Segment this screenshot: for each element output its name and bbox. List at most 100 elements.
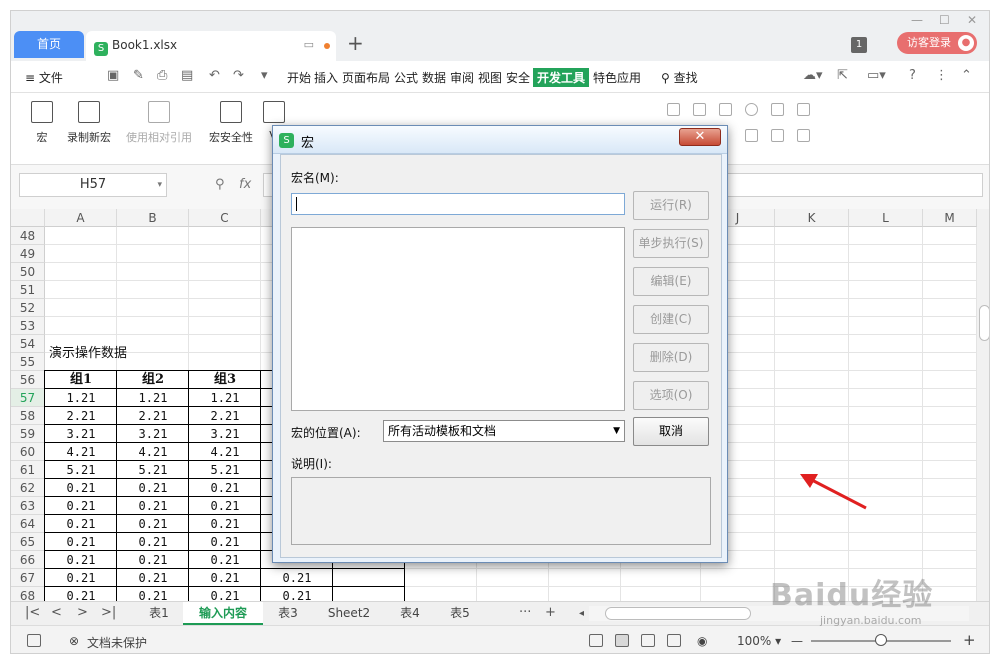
table-cell[interactable]: 4.21 bbox=[117, 443, 189, 461]
row-header[interactable]: 55 bbox=[11, 353, 45, 371]
fx-icon[interactable]: fx bbox=[239, 177, 251, 192]
row-header[interactable]: 52 bbox=[11, 299, 45, 317]
macro-button[interactable]: 宏 bbox=[27, 101, 57, 145]
macro-status-icon[interactable] bbox=[27, 634, 41, 647]
table-cell[interactable]: 2.21 bbox=[45, 407, 117, 425]
macro-name-input[interactable] bbox=[291, 193, 625, 215]
table-cell[interactable]: 0.21 bbox=[117, 533, 189, 551]
row-header[interactable]: 63 bbox=[11, 497, 45, 515]
table-cell[interactable]: 0.21 bbox=[117, 551, 189, 569]
row-header[interactable]: 54 bbox=[11, 335, 45, 353]
menu-security[interactable]: 安全 bbox=[506, 69, 530, 86]
menu-start[interactable]: 开始 bbox=[287, 69, 311, 86]
tools-icon[interactable]: ▭▾ bbox=[867, 68, 886, 83]
table-cell[interactable]: 0.21 bbox=[117, 587, 189, 601]
row-header[interactable]: 67 bbox=[11, 569, 45, 587]
sheet-tab[interactable]: 表5 bbox=[435, 602, 485, 625]
table-cell[interactable]: 0.21 bbox=[189, 479, 261, 497]
row-header[interactable]: 59 bbox=[11, 425, 45, 443]
edit-button[interactable]: 编辑(E) bbox=[633, 267, 709, 296]
column-header[interactable]: A bbox=[45, 209, 117, 227]
button-control-icon[interactable] bbox=[719, 103, 732, 116]
table-cell[interactable]: 3.21 bbox=[45, 425, 117, 443]
sheet-tab[interactable]: 表3 bbox=[263, 602, 313, 625]
sheet-tab[interactable]: 表4 bbox=[385, 602, 435, 625]
table-cell[interactable]: 0.21 bbox=[45, 533, 117, 551]
menu-data[interactable]: 数据 bbox=[422, 69, 446, 86]
next-sheet-icon[interactable]: > bbox=[77, 605, 88, 620]
table-cell[interactable]: 0.21 bbox=[45, 479, 117, 497]
table-cell[interactable]: 1.21 bbox=[189, 389, 261, 407]
listbox-control-icon[interactable] bbox=[797, 103, 810, 116]
vertical-scroll-thumb[interactable] bbox=[979, 305, 989, 341]
full-screen-icon[interactable] bbox=[589, 634, 603, 647]
minimize-button[interactable]: — bbox=[911, 13, 923, 27]
create-button[interactable]: 创建(C) bbox=[633, 305, 709, 334]
zoom-slider-knob[interactable] bbox=[875, 634, 887, 646]
prev-sheet-icon[interactable]: < bbox=[51, 605, 62, 620]
table-cell[interactable]: 0.21 bbox=[189, 515, 261, 533]
options-button[interactable]: 选项(O) bbox=[633, 381, 709, 410]
dialog-close-button[interactable]: ✕ bbox=[679, 128, 721, 146]
row-header[interactable]: 62 bbox=[11, 479, 45, 497]
table-cell[interactable]: 0.21 bbox=[117, 497, 189, 515]
eye-protect-icon[interactable]: ◉ bbox=[697, 634, 707, 648]
add-sheet-icon[interactable]: + bbox=[545, 605, 556, 620]
sheet-tab[interactable]: Sheet2 bbox=[313, 602, 385, 625]
step-into-button[interactable]: 单步执行(S) bbox=[633, 229, 709, 258]
menu-review[interactable]: 审阅 bbox=[450, 69, 474, 86]
row-header[interactable]: 50 bbox=[11, 263, 45, 281]
protect-status[interactable]: 文档未保护 bbox=[87, 634, 147, 651]
macro-location-select[interactable]: 所有活动模板和文档 ▼ bbox=[383, 420, 625, 442]
run-button[interactable]: 运行(R) bbox=[633, 191, 709, 220]
scroll-left-icon[interactable]: ◂ bbox=[579, 608, 584, 619]
vertical-scrollbar[interactable] bbox=[977, 209, 989, 601]
row-header[interactable]: 58 bbox=[11, 407, 45, 425]
table-cell[interactable]: 2.21 bbox=[189, 407, 261, 425]
column-header[interactable]: B bbox=[117, 209, 189, 227]
horizontal-scroll-thumb[interactable] bbox=[605, 607, 751, 620]
zoom-level[interactable]: 100% ▾ bbox=[737, 634, 781, 648]
more-controls-icon[interactable] bbox=[797, 129, 810, 142]
option-button-icon[interactable] bbox=[745, 103, 758, 116]
save-icon[interactable]: ▣ bbox=[107, 68, 119, 83]
monitor-icon[interactable]: ▭ bbox=[304, 31, 314, 59]
home-tab[interactable]: 首页 bbox=[14, 31, 84, 58]
table-cell[interactable]: 0.21 bbox=[261, 569, 333, 587]
name-box[interactable]: H57 ▾ bbox=[19, 173, 167, 197]
normal-view-icon[interactable] bbox=[615, 634, 629, 647]
table-cell[interactable]: 0.21 bbox=[117, 569, 189, 587]
first-sheet-icon[interactable]: |< bbox=[25, 605, 40, 620]
relative-reference-button[interactable]: 使用相对引用 bbox=[121, 101, 197, 145]
column-header[interactable]: M bbox=[923, 209, 977, 227]
menu-search[interactable]: ⚲ 查找 bbox=[661, 69, 698, 86]
row-header[interactable]: 61 bbox=[11, 461, 45, 479]
print-icon[interactable]: ⎙ bbox=[157, 68, 167, 83]
table-cell[interactable]: 4.21 bbox=[45, 443, 117, 461]
column-header[interactable]: L bbox=[849, 209, 923, 227]
cloud-icon[interactable]: ☁▾ bbox=[803, 68, 823, 83]
zoom-in-button[interactable]: + bbox=[963, 631, 976, 649]
combo-control-icon[interactable] bbox=[771, 103, 784, 116]
guest-login-button[interactable]: 访客登录 ● bbox=[897, 32, 977, 54]
table-cell[interactable]: 0.21 bbox=[45, 569, 117, 587]
table-cell[interactable]: 4.21 bbox=[189, 443, 261, 461]
more-chevron-icon[interactable]: ▾ bbox=[261, 68, 268, 83]
close-window-button[interactable]: ✕ bbox=[967, 13, 977, 27]
table-cell[interactable]: 1.21 bbox=[45, 389, 117, 407]
sheet-tab[interactable]: 输入内容 bbox=[183, 602, 263, 625]
row-header[interactable]: 53 bbox=[11, 317, 45, 335]
record-macro-button[interactable]: 录制新宏 bbox=[61, 101, 117, 145]
menu-page-layout[interactable]: 页面布局 bbox=[342, 69, 390, 86]
column-header[interactable]: C bbox=[189, 209, 261, 227]
table-cell[interactable]: 5.21 bbox=[117, 461, 189, 479]
menu-special-apps[interactable]: 特色应用 bbox=[593, 69, 641, 86]
table-cell[interactable]: 5.21 bbox=[189, 461, 261, 479]
macro-security-button[interactable]: 宏安全性 bbox=[203, 101, 259, 145]
macro-list[interactable] bbox=[291, 227, 625, 411]
menu-developer-tools[interactable]: 开发工具 bbox=[533, 68, 590, 87]
row-header[interactable]: 56 bbox=[11, 371, 45, 389]
row-header[interactable]: 51 bbox=[11, 281, 45, 299]
table-cell[interactable]: 2.21 bbox=[117, 407, 189, 425]
row-header[interactable]: 64 bbox=[11, 515, 45, 533]
